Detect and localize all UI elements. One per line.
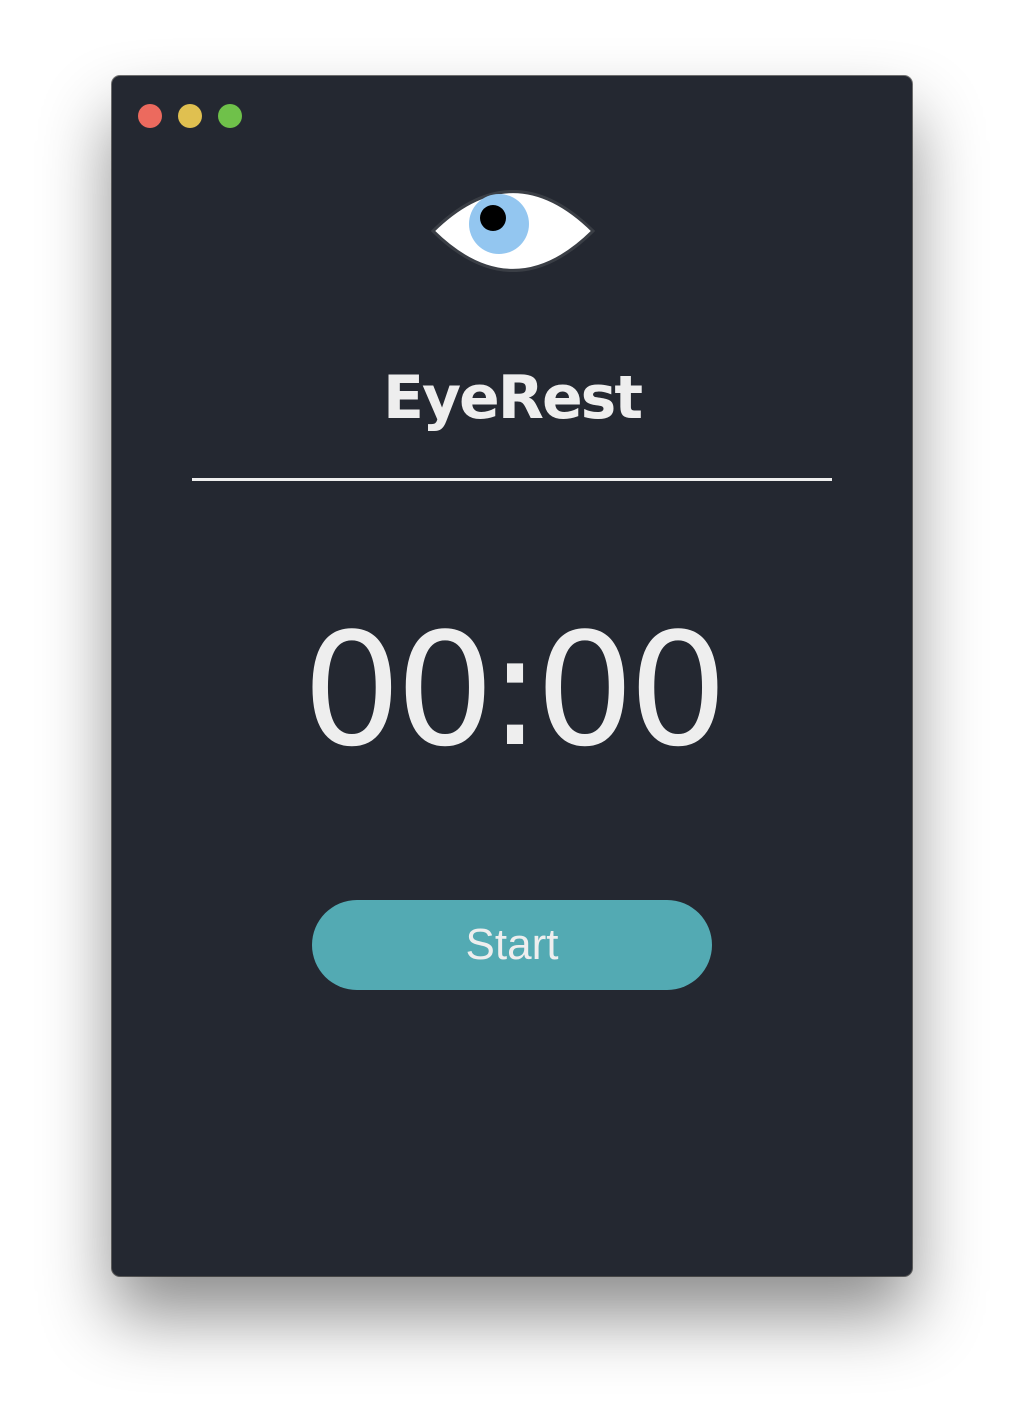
zoom-window-button[interactable] (218, 104, 242, 128)
start-button[interactable]: Start (312, 900, 712, 990)
title-divider (192, 478, 832, 481)
window-controls (138, 104, 242, 128)
minimize-window-button[interactable] (178, 104, 202, 128)
close-window-button[interactable] (138, 104, 162, 128)
timer-display: 00:00 (302, 599, 728, 781)
app-window: EyeRest 00:00 Start (112, 76, 912, 1276)
app-title: EyeRest (382, 363, 643, 433)
eye-icon (430, 190, 596, 272)
